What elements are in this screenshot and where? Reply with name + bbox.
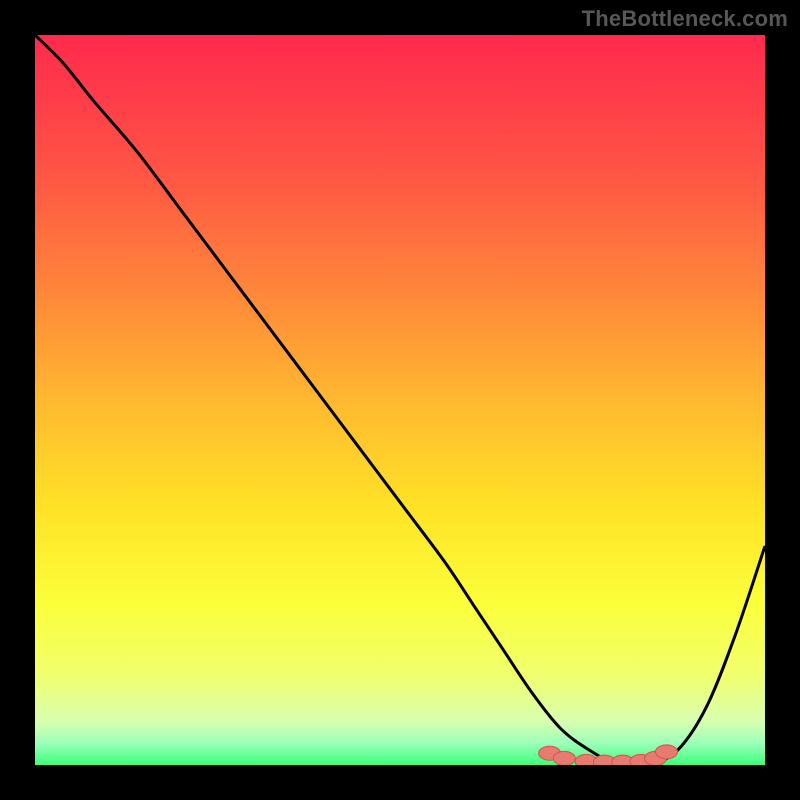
chart-frame: TheBottleneck.com — [0, 0, 800, 800]
watermark-text: TheBottleneck.com — [582, 6, 788, 32]
plot-area — [35, 35, 765, 765]
background-gradient — [35, 35, 765, 765]
